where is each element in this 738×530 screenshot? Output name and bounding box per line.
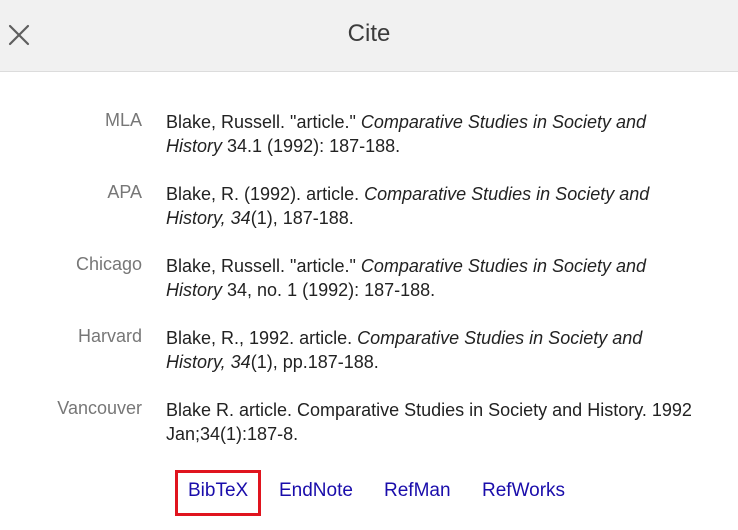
citation-style-label: Chicago	[75, 254, 142, 274]
dialog-title: Cite	[347, 20, 391, 47]
endnote-link[interactable]: EndNote	[279, 480, 353, 502]
citation-text: Blake, Russell. "article." Comparative S…	[166, 112, 647, 156]
dialog-header: Cite	[0, 0, 738, 72]
citation-style-label: Harvard	[77, 326, 142, 346]
citation-list: MLA Blake, Russell. "article." Comparati…	[0, 108, 738, 468]
citation-text: Blake, Russell. "article." Comparative S…	[166, 256, 647, 300]
bibtex-link[interactable]: BibTeX	[188, 480, 248, 502]
citation-text: Blake, R., 1992. article. Comparative St…	[166, 328, 643, 372]
citation-row-chicago: Chicago Blake, Russell. "article." Compa…	[0, 252, 738, 324]
citation-text: Blake R. article. Comparative Studies in…	[166, 400, 692, 444]
citation-text: Blake, R. (1992). article. Comparative S…	[166, 184, 650, 228]
citation-style-label: MLA	[104, 110, 142, 130]
export-links: BibTeX EndNote RefMan RefWorks	[0, 470, 738, 516]
citation-style-label: APA	[107, 182, 142, 202]
citation-row-vancouver: Vancouver Blake R. article. Comparative …	[0, 396, 738, 468]
citation-row-mla: MLA Blake, Russell. "article." Comparati…	[0, 108, 738, 180]
citation-row-apa: APA Blake, R. (1992). article. Comparati…	[0, 180, 738, 252]
refman-link[interactable]: RefMan	[384, 480, 451, 502]
citation-style-label: Vancouver	[57, 398, 142, 418]
citation-row-harvard: Harvard Blake, R., 1992. article. Compar…	[0, 324, 738, 396]
refworks-link[interactable]: RefWorks	[482, 480, 565, 502]
